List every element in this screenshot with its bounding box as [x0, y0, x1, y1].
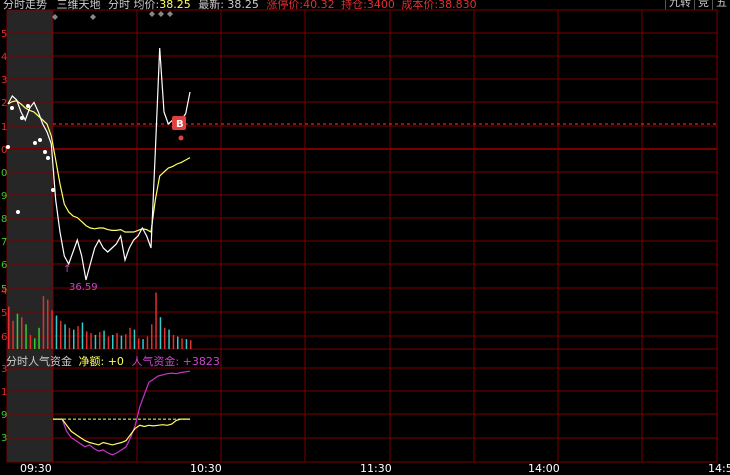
- volume-bar: [16, 313, 19, 349]
- time-axis-tick: 09:30: [20, 462, 52, 475]
- volume-bar: [146, 336, 149, 349]
- price-axis-tick: 8: [1, 214, 7, 225]
- volume-axis-tick: 5: [1, 308, 7, 319]
- trade-marker: [46, 156, 50, 160]
- trade-marker: [33, 141, 37, 145]
- price-axis-tick: 7: [1, 237, 7, 248]
- volume-bar: [190, 340, 192, 349]
- volume-bar: [168, 329, 170, 349]
- volume-bar: [42, 296, 45, 349]
- volume-bar: [12, 320, 14, 349]
- trade-marker: [43, 150, 47, 154]
- event-diamond-icon: [90, 14, 96, 20]
- time-axis-tick: 14:00: [528, 462, 560, 475]
- event-diamond-icon: [149, 11, 155, 17]
- price-axis-tick: 5: [1, 29, 7, 40]
- volume-axis-tick: 4: [1, 286, 7, 297]
- volume-bar: [155, 292, 157, 349]
- volume-bar: [77, 326, 79, 349]
- buy-badge-label: B: [176, 119, 184, 130]
- popularity-fund-label: 人气资金:: [131, 355, 180, 368]
- trade-marker: [16, 210, 20, 214]
- volume-bar: [185, 339, 188, 349]
- volume-bar: [47, 299, 49, 349]
- volume-bar: [81, 322, 84, 349]
- price-axis-tick: 0: [1, 168, 7, 179]
- volume-bar: [64, 324, 66, 349]
- volume-bar: [34, 338, 36, 349]
- price-axis-tick: 9: [1, 191, 7, 202]
- volume-bar: [133, 329, 136, 349]
- volume-bar: [177, 336, 179, 349]
- volume-bar: [99, 332, 101, 349]
- volume-bar: [60, 320, 62, 349]
- volume-axis-tick: 6: [1, 332, 7, 343]
- popularity-fund-value: +3823: [182, 355, 220, 368]
- low-marker-arrow: ↑: [63, 264, 71, 275]
- volume-bar: [94, 334, 97, 349]
- trade-marker: [26, 104, 30, 108]
- buy-point-marker: [178, 135, 184, 141]
- fund-axis-tick: 9: [1, 410, 7, 421]
- volume-bar: [21, 317, 23, 349]
- price-axis-tick: 4: [1, 52, 7, 63]
- volume-bar: [90, 333, 92, 349]
- event-diamond-icon: [167, 11, 173, 17]
- volume-bar: [103, 330, 105, 349]
- trade-marker: [10, 106, 14, 110]
- volume-bar: [172, 334, 175, 349]
- fund-axis-tick: 3: [1, 433, 7, 444]
- price-axis-tick: 3: [1, 75, 7, 86]
- event-diamond-icon: [158, 11, 164, 17]
- volume-bar: [51, 310, 53, 349]
- price-axis-tick: 2: [1, 98, 7, 109]
- volume-bar: [138, 338, 140, 349]
- volume-bar: [151, 324, 153, 349]
- chart-canvas[interactable]: 543210098765456319309:30 10:30 11:30 14:00 1…: [0, 0, 730, 475]
- volume-bar: [73, 329, 75, 349]
- price-axis-tick: 1: [1, 122, 7, 133]
- volume-bar: [107, 336, 110, 349]
- volume-bar: [125, 334, 127, 349]
- volume-bar: [129, 327, 131, 349]
- fund-panel-title: 分时人气资金: [6, 355, 72, 368]
- volume-bar: [55, 315, 58, 349]
- net-amount-label: 净额:: [78, 355, 105, 368]
- low-price-label: 36.59: [69, 282, 98, 293]
- trade-marker: [51, 188, 55, 192]
- volume-bar: [112, 334, 114, 349]
- time-axis-tick: 10:30: [190, 462, 222, 475]
- chart-frame: [6, 9, 718, 463]
- volume-bar: [120, 335, 123, 349]
- fund-panel-header: 分时人气资金 净额: +0 人气资金: +3823: [6, 353, 220, 369]
- volume-bar: [86, 331, 88, 349]
- volume-bar: [25, 324, 27, 349]
- auction-period-shade: [7, 10, 53, 462]
- trade-marker: [38, 138, 42, 142]
- net-amount-value: +0: [107, 355, 124, 368]
- trade-marker: [20, 116, 24, 120]
- volume-bar: [159, 317, 162, 349]
- trade-marker: [6, 145, 10, 149]
- volume-bar: [38, 327, 40, 349]
- volume-bar: [116, 333, 118, 349]
- volume-bar: [142, 339, 144, 349]
- time-share-chart-window[interactable]: 分时走势 三维天地 分时 均价:38.25 最新: 38.25 涨停价:40.3…: [0, 0, 730, 475]
- volume-bar: [164, 327, 166, 349]
- volume-bar: [68, 327, 71, 349]
- fund-axis-tick: 1: [1, 387, 7, 398]
- time-axis-tick: 11:30: [360, 462, 392, 475]
- price-axis-tick: 6: [1, 260, 7, 271]
- net-amount-line: [53, 418, 190, 446]
- time-axis-tick: 14:5: [708, 462, 730, 475]
- volume-bar: [29, 334, 32, 349]
- volume-bar: [181, 338, 183, 349]
- volume-bar: [8, 306, 10, 349]
